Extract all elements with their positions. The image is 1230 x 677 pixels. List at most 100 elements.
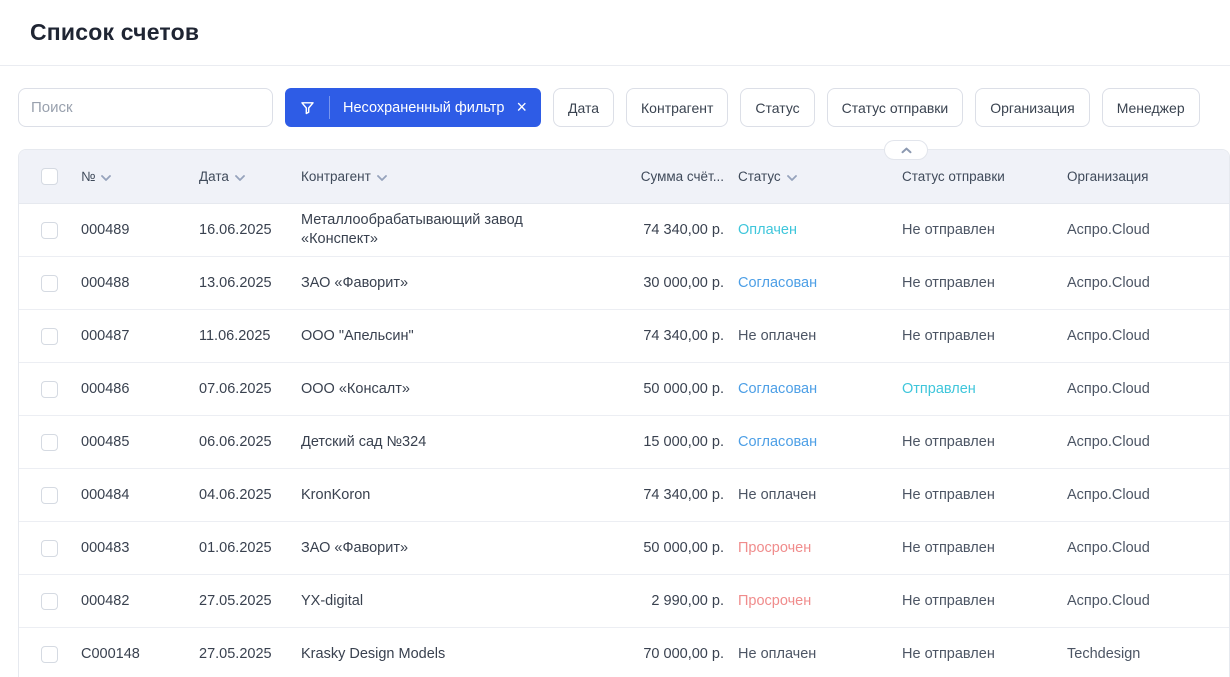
sort-chevron-icon[interactable] <box>235 174 245 181</box>
row-checkbox[interactable] <box>41 645 58 663</box>
row-checkbox-cell <box>41 380 81 398</box>
invoice-date: 13.06.2025 <box>199 275 272 291</box>
invoice-organization: Аспро.Cloud <box>1067 434 1150 450</box>
invoice-counterparty: ООО "Апельсин" <box>301 327 414 344</box>
invoice-counterparty: Металлообрабатывающий завод «Конспект» <box>301 212 523 247</box>
row-checkbox[interactable] <box>41 592 58 610</box>
invoice-date: 06.06.2025 <box>199 434 272 450</box>
row-checkbox[interactable] <box>41 221 58 239</box>
column-header-number[interactable]: № <box>81 169 199 184</box>
invoice-number: C000148 <box>81 646 140 662</box>
invoice-table-body: 000489 16.06.2025 Металлообрабатывающий … <box>19 204 1229 677</box>
invoice-counterparty: Krasky Design Models <box>301 645 446 662</box>
invoice-amount: 74 340,00 р. <box>643 222 724 238</box>
table-row[interactable]: C000148 27.05.2025 Krasky Design Models … <box>19 628 1229 677</box>
invoice-counterparty: ЗАО «Фаворит» <box>301 539 409 556</box>
invoice-sending-cell: Отправлен <box>902 381 1067 397</box>
row-checkbox[interactable] <box>41 433 58 451</box>
row-checkbox[interactable] <box>41 274 58 292</box>
active-filter-label: Несохраненный фильтр <box>343 99 505 116</box>
column-header-status[interactable]: Статус <box>724 169 902 184</box>
search-input[interactable] <box>18 88 273 127</box>
filter-clear-icon[interactable]: × <box>514 98 541 118</box>
invoice-status: Оплачен <box>738 222 797 238</box>
invoice-status-cell: Не оплачен <box>724 328 902 344</box>
invoice-counterparty: ООО «Консалт» <box>301 380 410 397</box>
invoice-amount: 74 340,00 р. <box>643 328 724 344</box>
table-row[interactable]: 000482 27.05.2025 YX-digital 2 990,00 р.… <box>19 575 1229 628</box>
invoice-number: 000489 <box>81 222 130 238</box>
table-row[interactable]: 000486 07.06.2025 ООО «Консалт» 50 000,0… <box>19 363 1229 416</box>
invoice-counterparty: YX-digital <box>301 592 364 609</box>
invoice-date: 11.06.2025 <box>199 328 271 344</box>
row-checkbox-cell <box>41 539 81 557</box>
invoice-number: 000483 <box>81 540 130 556</box>
sort-chevron-icon[interactable] <box>376 174 387 181</box>
invoice-number: 000485 <box>81 434 130 450</box>
invoice-counterparty: ЗАО «Фаворит» <box>301 274 409 291</box>
invoice-date: 01.06.2025 <box>199 540 272 556</box>
column-header-organization[interactable]: Организация <box>1067 169 1229 184</box>
filter-button-manager[interactable]: Менеджер <box>1101 88 1200 127</box>
table-header-row: № Дата Контрагент Сумма счёт... Статус С… <box>19 150 1229 204</box>
table-row[interactable]: 000488 13.06.2025 ЗАО «Фаворит» 30 000,0… <box>19 257 1229 310</box>
row-checkbox-cell <box>41 327 81 345</box>
invoice-organization: Techdesign <box>1067 646 1141 662</box>
invoice-sending-cell: Не отправлен <box>902 540 1067 556</box>
table-row[interactable]: 000487 11.06.2025 ООО "Апельсин" 74 340,… <box>19 310 1229 363</box>
invoice-sending-status: Не отправлен <box>902 646 995 662</box>
table-row[interactable]: 000489 16.06.2025 Металлообрабатывающий … <box>19 204 1229 257</box>
page-title: Список счетов <box>30 19 200 45</box>
invoice-number: 000488 <box>81 275 130 291</box>
select-all-checkbox[interactable] <box>41 168 58 185</box>
invoice-sending-cell: Не отправлен <box>902 487 1067 503</box>
invoice-amount: 50 000,00 р. <box>643 381 724 397</box>
invoice-organization: Аспро.Cloud <box>1067 487 1150 503</box>
invoice-organization: Аспро.Cloud <box>1067 222 1150 238</box>
invoice-date: 07.06.2025 <box>199 381 272 397</box>
invoice-amount: 70 000,00 р. <box>643 646 724 662</box>
invoice-list-page: Список счетов Несохраненный фильтр × Дат… <box>0 0 1230 677</box>
invoice-date: 04.06.2025 <box>199 487 272 503</box>
sort-chevron-icon[interactable] <box>101 174 112 181</box>
invoice-sending-status: Не отправлен <box>902 222 995 238</box>
row-checkbox-cell <box>41 592 81 610</box>
invoice-sending-status: Не отправлен <box>902 434 995 450</box>
invoice-number: 000482 <box>81 593 130 609</box>
table-row[interactable]: 000483 01.06.2025 ЗАО «Фаворит» 50 000,0… <box>19 522 1229 575</box>
sort-chevron-icon[interactable] <box>786 174 797 181</box>
filter-button-counterparty[interactable]: Контрагент <box>626 88 729 127</box>
invoice-status: Не оплачен <box>738 487 817 503</box>
active-filter-chip[interactable]: Несохраненный фильтр × <box>285 88 541 127</box>
invoice-sending-cell: Не отправлен <box>902 328 1067 344</box>
table-row[interactable]: 000484 04.06.2025 KronKoron 74 340,00 р.… <box>19 469 1229 522</box>
column-header-counterparty[interactable]: Контрагент <box>301 169 591 184</box>
invoice-sending-status: Отправлен <box>902 381 976 397</box>
invoice-status: Не оплачен <box>738 646 817 662</box>
column-header-date[interactable]: Дата <box>199 169 301 184</box>
invoice-amount: 2 990,00 р. <box>651 593 724 609</box>
filter-button-organization[interactable]: Организация <box>975 88 1090 127</box>
collapse-table-button[interactable] <box>884 140 928 160</box>
header-select-all[interactable] <box>41 168 81 185</box>
invoice-counterparty: Детский сад №324 <box>301 433 427 450</box>
row-checkbox-cell <box>41 274 81 292</box>
row-checkbox[interactable] <box>41 327 58 345</box>
column-header-amount[interactable]: Сумма счёт... <box>591 169 724 184</box>
row-checkbox[interactable] <box>41 380 58 398</box>
invoice-status: Согласован <box>738 434 818 450</box>
title-bar: Список счетов <box>0 0 1230 66</box>
invoice-organization: Аспро.Cloud <box>1067 328 1150 344</box>
filter-button-sending-status[interactable]: Статус отправки <box>826 88 964 127</box>
invoice-status: Согласован <box>738 275 818 291</box>
column-header-sending-status[interactable]: Статус отправки <box>902 169 1067 184</box>
row-checkbox[interactable] <box>41 539 58 557</box>
filter-button-status[interactable]: Статус <box>740 88 815 127</box>
invoice-status-cell: Согласован <box>724 381 902 397</box>
table-row[interactable]: 000485 06.06.2025 Детский сад №324 15 00… <box>19 416 1229 469</box>
row-checkbox[interactable] <box>41 486 58 504</box>
invoice-status-cell: Оплачен <box>724 222 902 238</box>
invoice-sending-status: Не отправлен <box>902 593 995 609</box>
invoice-sending-cell: Не отправлен <box>902 222 1067 238</box>
filter-button-date[interactable]: Дата <box>553 88 615 127</box>
